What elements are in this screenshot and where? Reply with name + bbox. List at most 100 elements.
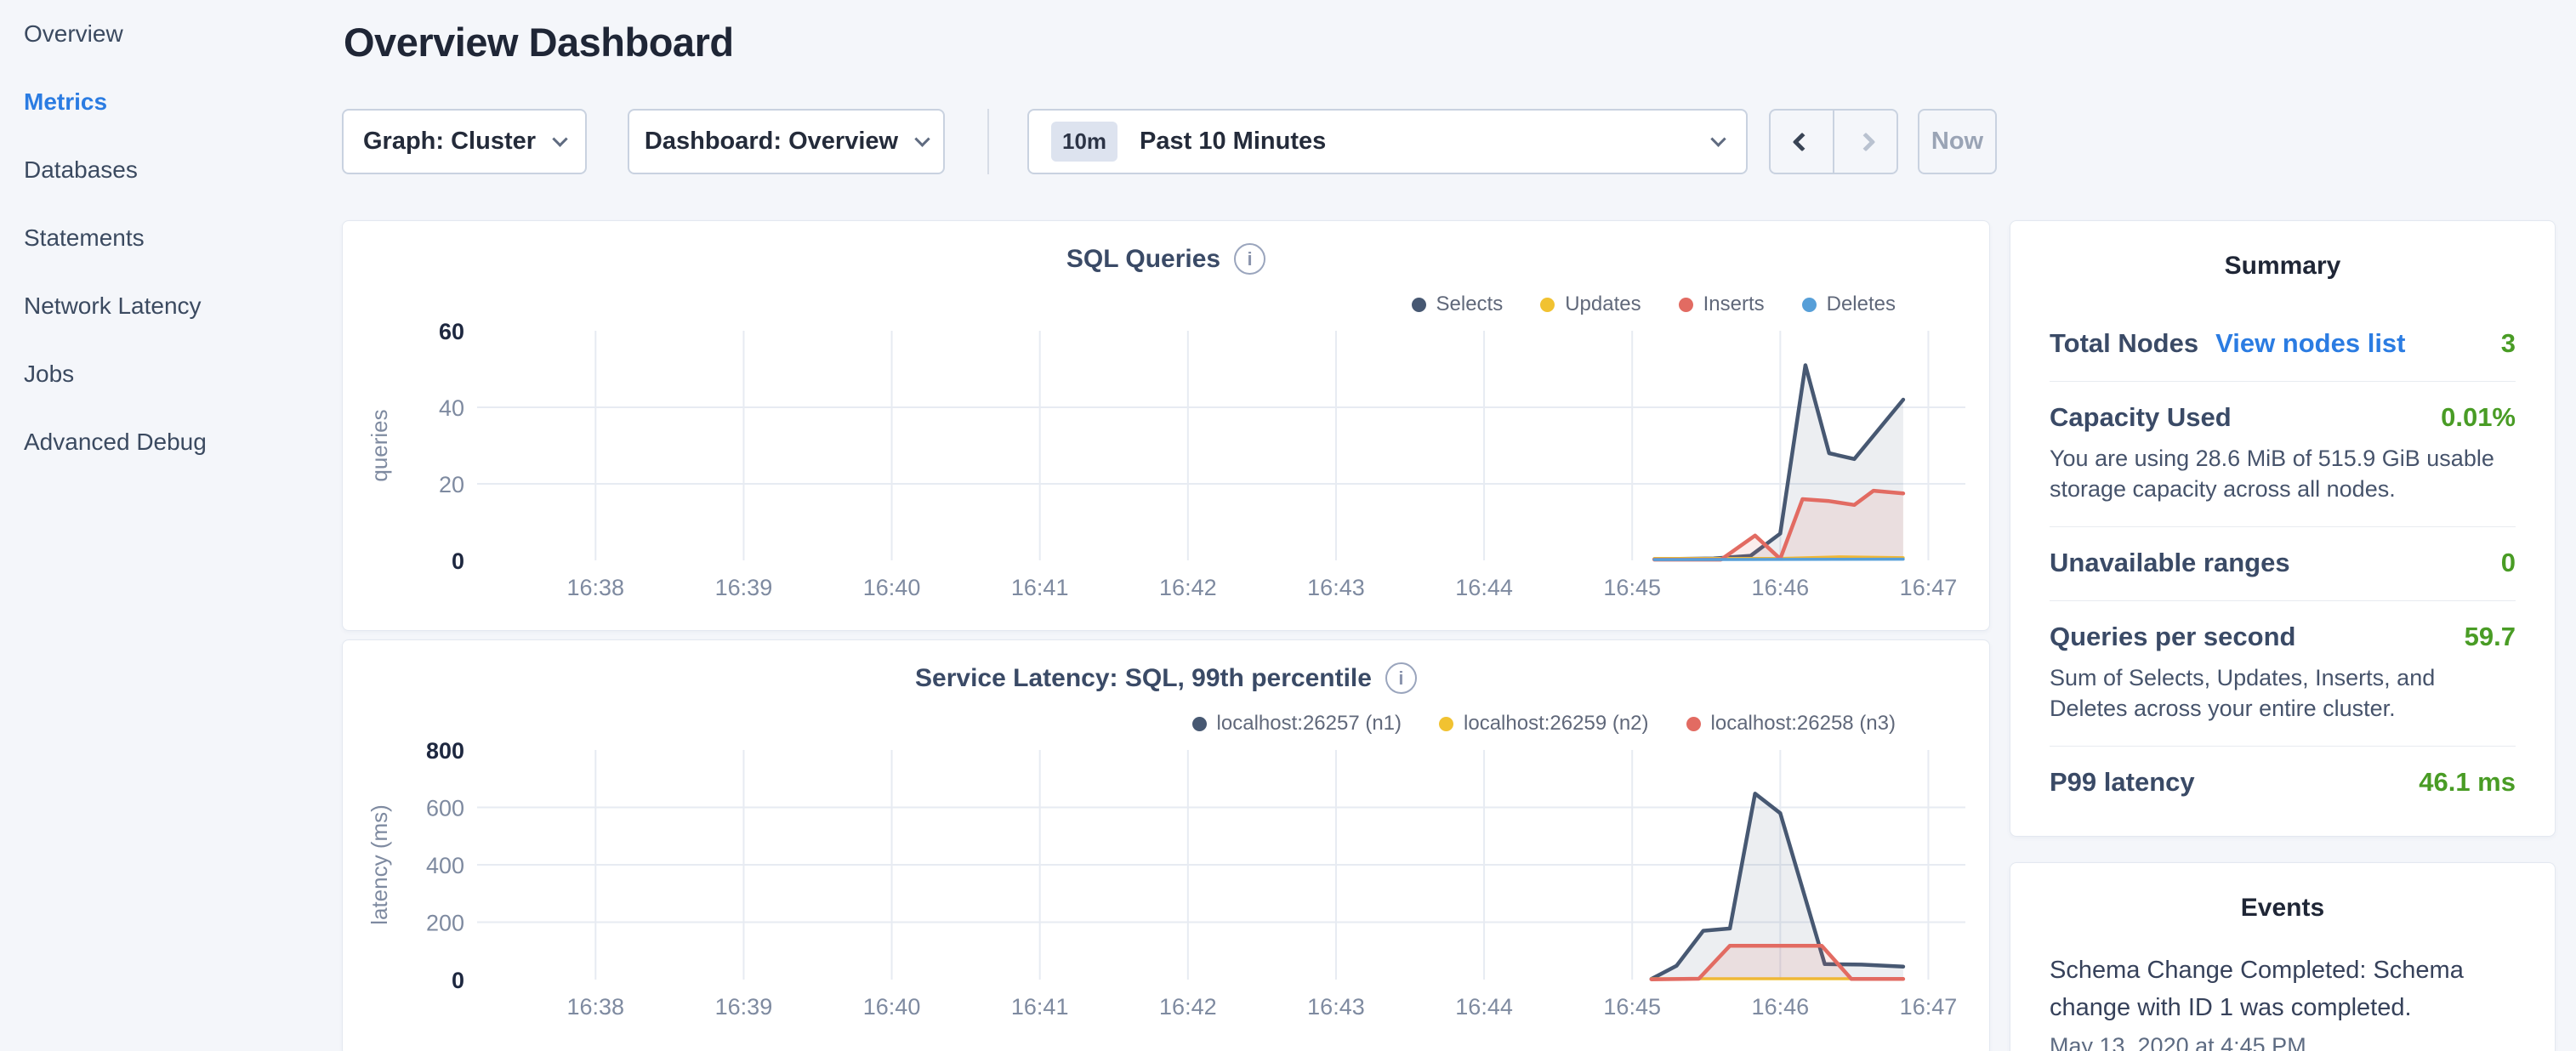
time-range-dropdown[interactable]: 10m Past 10 Minutes — [1027, 109, 1748, 174]
capacity-used-value: 0.01% — [2441, 402, 2516, 433]
time-step-forward-button[interactable] — [1833, 111, 1896, 173]
svg-text:16:41: 16:41 — [1011, 575, 1069, 600]
info-icon[interactable]: i — [1385, 662, 1417, 694]
sidebar-item-advanced-debug[interactable]: Advanced Debug — [0, 408, 340, 476]
capacity-used-description: You are using 28.6 MiB of 515.9 GiB usab… — [2050, 443, 2516, 504]
legend-item[interactable]: Updates — [1540, 293, 1641, 316]
capacity-used-label: Capacity Used — [2050, 402, 2232, 433]
summary-row-queries-per-second: Queries per second 59.7 — [2050, 622, 2516, 654]
svg-text:16:45: 16:45 — [1603, 994, 1661, 1020]
chevron-down-icon — [914, 131, 930, 146]
svg-text:40: 40 — [439, 395, 464, 421]
chart-title: Service Latency: SQL, 99th percentile — [915, 664, 1372, 693]
sidebar: Overview Metrics Databases Statements Ne… — [0, 0, 340, 476]
queries-per-second-value: 59.7 — [2465, 622, 2516, 652]
chart-plot[interactable]: 16:3816:3916:4016:4116:4216:4316:4416:45… — [343, 742, 1991, 1040]
legend-label: localhost:26257 (n1) — [1217, 712, 1402, 736]
svg-text:16:41: 16:41 — [1011, 994, 1069, 1020]
svg-text:200: 200 — [426, 911, 464, 936]
legend-item[interactable]: Inserts — [1679, 293, 1765, 316]
graph-selector-dropdown[interactable]: Graph: Cluster — [342, 109, 587, 174]
chevron-right-icon — [1856, 132, 1875, 151]
divider — [2050, 381, 2516, 382]
svg-text:16:46: 16:46 — [1752, 994, 1810, 1020]
p99-latency-label: P99 latency — [2050, 767, 2195, 798]
legend-item[interactable]: Selects — [1412, 293, 1504, 316]
sidebar-item-jobs[interactable]: Jobs — [0, 340, 340, 408]
legend-label: Updates — [1565, 293, 1641, 316]
event-text: Schema Change Completed: Schema change w… — [2050, 952, 2516, 1026]
svg-text:16:45: 16:45 — [1603, 575, 1661, 600]
legend-label: localhost:26259 (n2) — [1464, 712, 1648, 736]
legend-label: Selects — [1436, 293, 1504, 316]
queries-per-second-label: Queries per second — [2050, 622, 2295, 652]
svg-text:16:47: 16:47 — [1900, 994, 1958, 1020]
dashboard-selector-dropdown[interactable]: Dashboard: Overview — [628, 109, 945, 174]
svg-text:16:47: 16:47 — [1900, 575, 1958, 600]
info-icon[interactable]: i — [1234, 243, 1265, 275]
view-nodes-list-link[interactable]: View nodes list — [2215, 328, 2405, 359]
divider — [2050, 600, 2516, 601]
summary-title: Summary — [2050, 252, 2516, 281]
time-step-back-button[interactable] — [1771, 111, 1833, 173]
svg-text:16:39: 16:39 — [715, 994, 773, 1020]
p99-latency-value: 46.1 ms — [2419, 767, 2516, 798]
legend-dot-icon — [1679, 298, 1693, 312]
divider — [2050, 526, 2516, 527]
event-list-item[interactable]: Schema Change Completed: Schema change w… — [2050, 952, 2516, 1051]
svg-text:20: 20 — [439, 472, 464, 497]
chevron-left-icon — [1792, 132, 1811, 151]
legend-dot-icon — [1540, 298, 1555, 312]
svg-text:16:44: 16:44 — [1455, 994, 1513, 1020]
total-nodes-value: 3 — [2501, 328, 2516, 359]
legend-dot-icon — [1192, 717, 1207, 731]
legend-item[interactable]: localhost:26258 (n3) — [1686, 712, 1896, 736]
chart-legend: Selects Updates Inserts Deletes — [1412, 293, 1896, 316]
summary-row-capacity-used: Capacity Used 0.01% — [2050, 402, 2516, 435]
chart-legend: localhost:26257 (n1) localhost:26259 (n2)… — [1192, 712, 1896, 736]
sidebar-item-network-latency[interactable]: Network Latency — [0, 272, 340, 340]
legend-label: Inserts — [1703, 293, 1765, 316]
sidebar-item-metrics[interactable]: Metrics — [0, 68, 340, 136]
chart-title: SQL Queries — [1066, 245, 1220, 274]
divider — [987, 109, 989, 174]
legend-label: Deletes — [1827, 293, 1896, 316]
legend-dot-icon — [1439, 717, 1453, 731]
svg-text:800: 800 — [426, 742, 464, 764]
svg-text:0: 0 — [452, 548, 464, 574]
sidebar-item-databases[interactable]: Databases — [0, 136, 340, 204]
summary-row-unavailable-ranges: Unavailable ranges 0 — [2050, 548, 2516, 580]
legend-item[interactable]: localhost:26259 (n2) — [1439, 712, 1648, 736]
time-window-label: Past 10 Minutes — [1140, 128, 1713, 156]
svg-text:16:43: 16:43 — [1307, 994, 1365, 1020]
svg-text:16:38: 16:38 — [567, 575, 625, 600]
svg-text:16:38: 16:38 — [567, 994, 625, 1020]
chevron-down-icon — [1710, 131, 1726, 146]
svg-text:0: 0 — [452, 968, 464, 993]
svg-text:16:44: 16:44 — [1455, 575, 1513, 600]
legend-item[interactable]: localhost:26257 (n1) — [1192, 712, 1402, 736]
sidebar-item-overview[interactable]: Overview — [0, 0, 340, 68]
service-latency-chart-card: Service Latency: SQL, 99th percentile i … — [342, 639, 1990, 1051]
dashboard-controls: Graph: Cluster Dashboard: Overview 10m P… — [342, 109, 1997, 174]
sidebar-item-statements[interactable]: Statements — [0, 204, 340, 272]
unavailable-ranges-value: 0 — [2501, 548, 2516, 578]
chart-plot[interactable]: 16:3816:3916:4016:4116:4216:4316:4416:45… — [343, 323, 1991, 621]
svg-text:latency (ms): latency (ms) — [367, 804, 392, 925]
svg-text:16:40: 16:40 — [863, 994, 921, 1020]
legend-dot-icon — [1802, 298, 1817, 312]
events-panel: Events Schema Change Completed: Schema c… — [2010, 862, 2556, 1051]
events-title: Events — [2050, 894, 2516, 923]
summary-row-total-nodes: Total Nodes View nodes list 3 — [2050, 328, 2516, 361]
now-button[interactable]: Now — [1918, 109, 1997, 174]
graph-selector-label: Graph: Cluster — [363, 128, 536, 156]
svg-text:400: 400 — [426, 853, 464, 878]
unavailable-ranges-label: Unavailable ranges — [2050, 548, 2290, 578]
legend-item[interactable]: Deletes — [1802, 293, 1896, 316]
svg-text:16:42: 16:42 — [1159, 575, 1217, 600]
svg-text:16:40: 16:40 — [863, 575, 921, 600]
total-nodes-label: Total Nodes — [2050, 328, 2198, 359]
summary-row-p99-latency: P99 latency 46.1 ms — [2050, 767, 2516, 799]
svg-text:queries: queries — [367, 409, 392, 481]
svg-text:16:39: 16:39 — [715, 575, 773, 600]
